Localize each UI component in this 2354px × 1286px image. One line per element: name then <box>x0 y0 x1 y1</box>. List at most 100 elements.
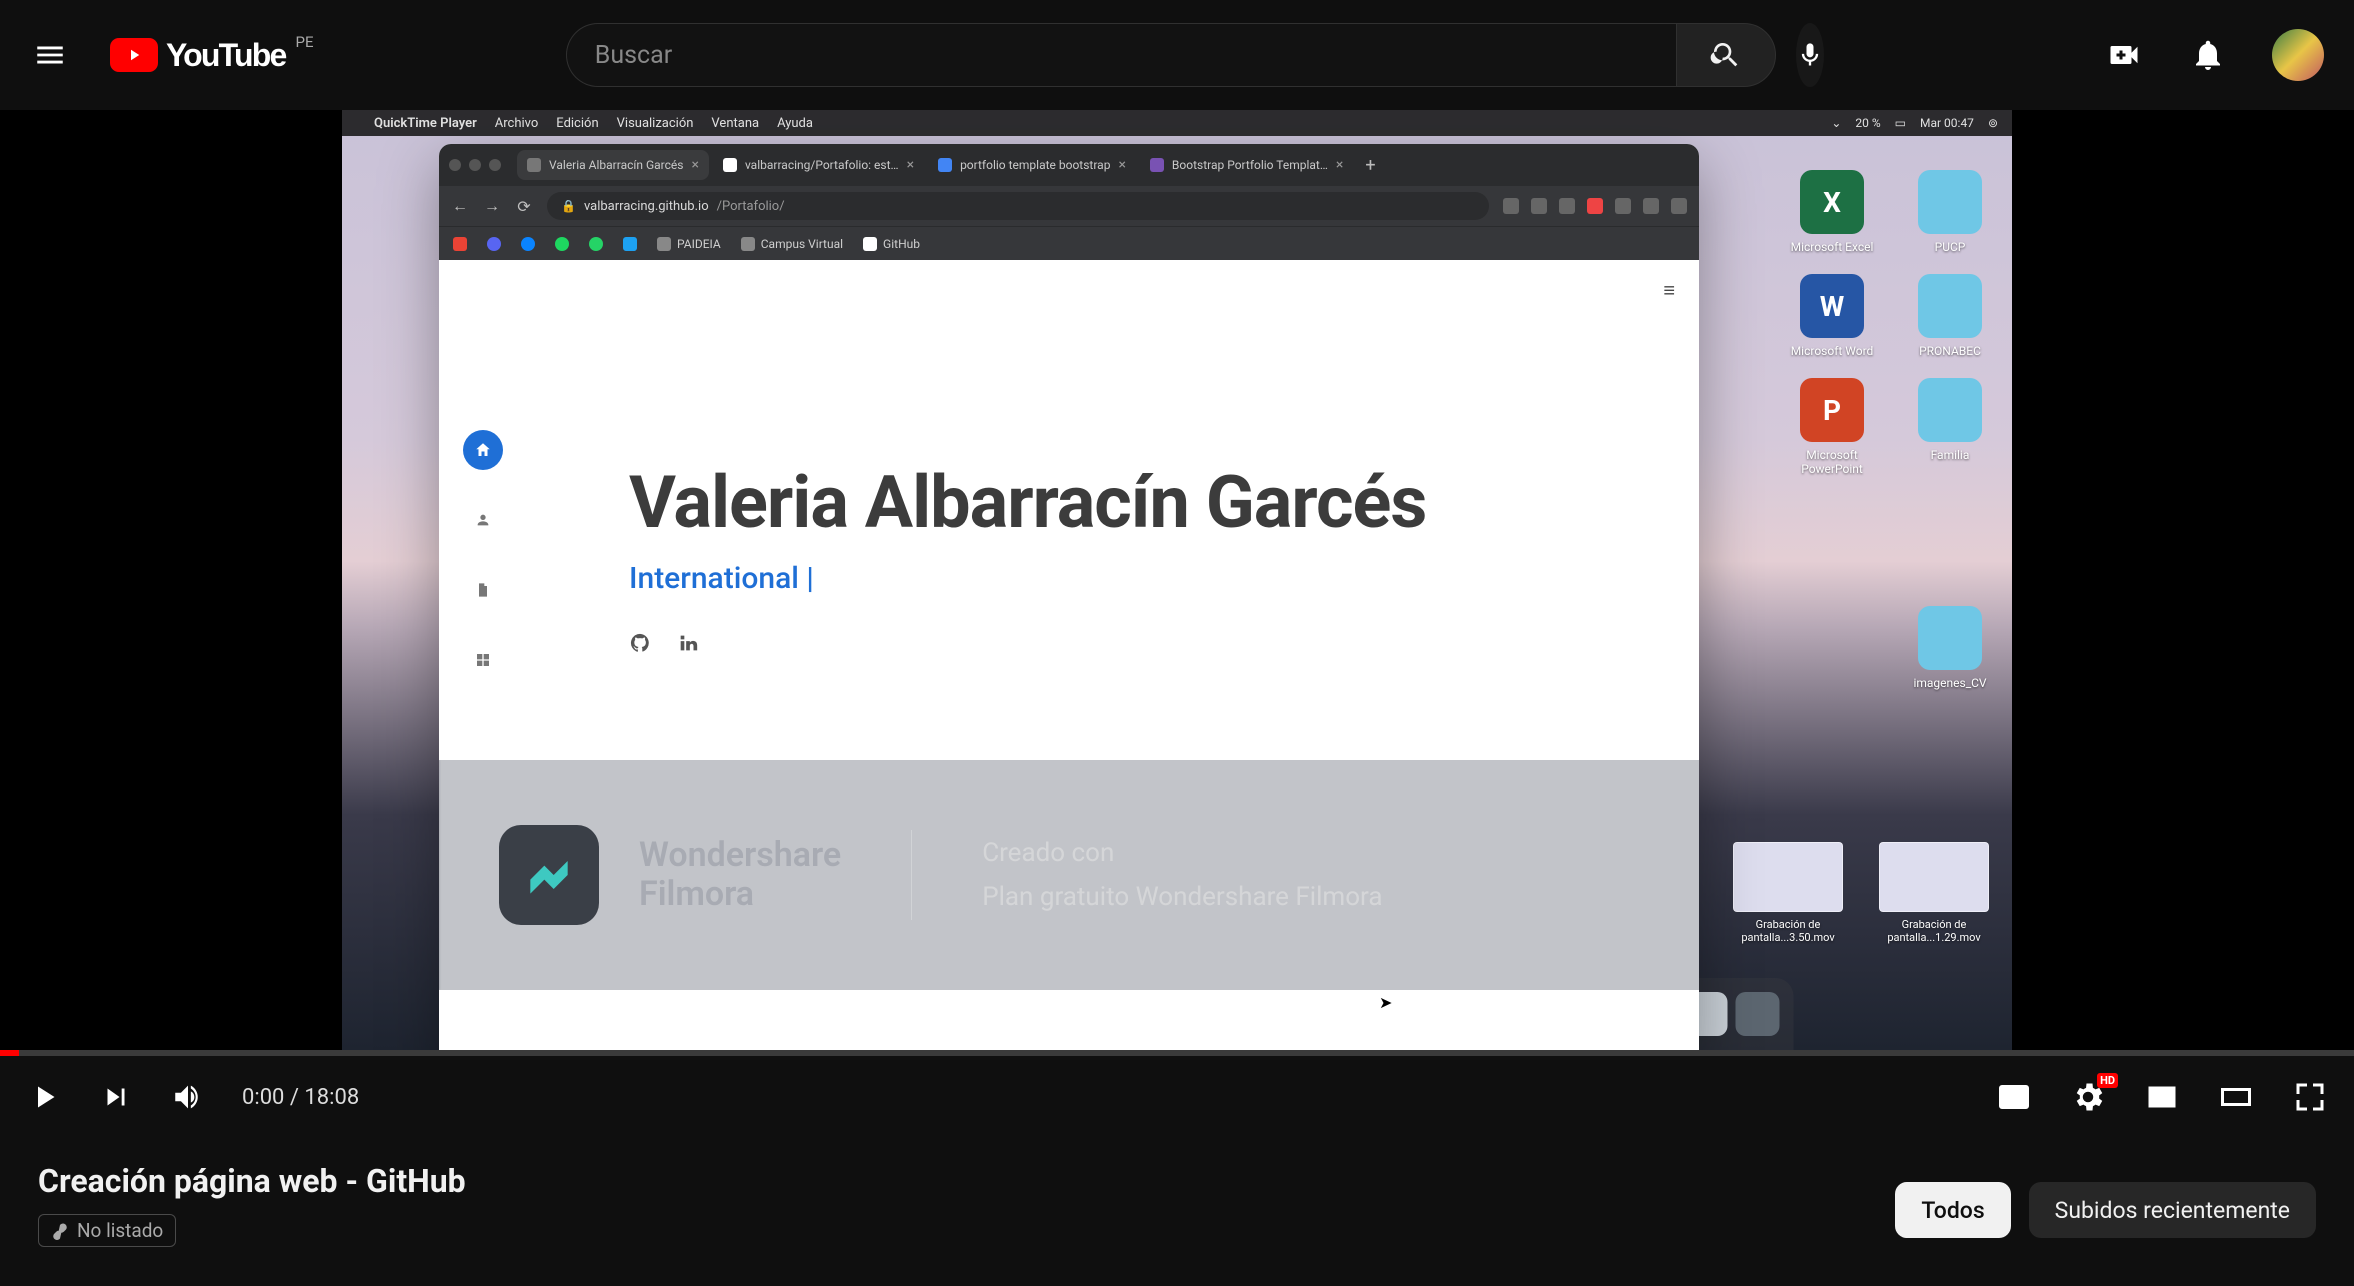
folder-icon <box>1918 378 1982 442</box>
browser-tab: Bootstrap Portfolio Templat…× <box>1140 150 1353 180</box>
fullscreen-button[interactable] <box>2292 1079 2328 1115</box>
forward-icon: → <box>483 196 501 216</box>
cursor-icon: ➤ <box>1379 993 1392 1012</box>
mac-menu-item: Edición <box>556 116 598 131</box>
miniplayer-button[interactable] <box>2144 1079 2180 1115</box>
hamburger-menu-button[interactable] <box>30 35 70 75</box>
powerpoint-icon: P <box>1800 378 1864 442</box>
filmora-right-text: Creado con Plan gratuito Wondershare Fil… <box>982 838 1382 912</box>
below-video: Creación página web - GitHub No listado … <box>0 1138 2354 1271</box>
mac-menu-item: Ayuda <box>777 116 813 131</box>
url-path: /Portafolio/ <box>717 199 785 214</box>
mac-app-name: QuickTime Player <box>374 116 477 131</box>
sidenav-grid-icon <box>463 640 503 680</box>
mac-menubar: QuickTime Player Archivo Edición Visuali… <box>342 110 2012 136</box>
volume-button[interactable] <box>170 1079 206 1115</box>
video-player[interactable]: QuickTime Player Archivo Edición Visuali… <box>0 110 2354 1050</box>
search-icon <box>1710 39 1742 71</box>
word-icon: W <box>1800 274 1864 338</box>
sidenav-user-icon <box>463 500 503 540</box>
browser-tab-strip: Valeria Albarracín Garcés× valbarracing/… <box>439 144 1699 186</box>
search-button[interactable] <box>1676 23 1776 87</box>
bookmark-paideia: PAIDEIA <box>657 237 721 251</box>
browser-tab: portfolio template bootstrap× <box>928 150 1136 180</box>
video-title: Creación página web - GitHub <box>38 1162 466 1200</box>
bookmarks-bar: PAIDEIA Campus Virtual GitHub <box>439 226 1699 260</box>
mac-menu-item: Archivo <box>495 116 539 131</box>
progress-bar[interactable] <box>0 1050 2354 1056</box>
desktop-icons: XMicrosoft Excel PUCP WMicrosoft Word PR… <box>1788 170 1994 690</box>
mac-menu-item: Visualización <box>617 116 694 131</box>
volume-icon <box>171 1080 205 1114</box>
youtube-logo-text: YouTube <box>166 37 286 74</box>
notifications-button[interactable] <box>2188 35 2228 75</box>
new-tab-button: + <box>1357 155 1383 176</box>
topbar: YouTube PE <box>0 0 2354 110</box>
theater-icon <box>2218 1077 2254 1117</box>
back-icon: ← <box>451 196 469 216</box>
settings-button[interactable] <box>2070 1079 2106 1115</box>
hero-socials <box>629 632 1426 654</box>
voice-search-button[interactable] <box>1796 23 1824 87</box>
filmora-watermark: Wondershare Filmora Creado con Plan grat… <box>439 760 1699 990</box>
privacy-badge: No listado <box>38 1214 176 1247</box>
fullscreen-icon <box>2292 1079 2328 1115</box>
excel-icon: X <box>1800 170 1864 234</box>
progress-played <box>0 1050 19 1056</box>
desktop-bottom-thumbs: Grabación depantalla...3.50.mov Grabació… <box>1728 842 1994 944</box>
bell-icon <box>2190 37 2226 73</box>
hamburger-icon <box>33 38 67 72</box>
browser-tab: valbarracing/Portafolio: est…× <box>713 150 924 180</box>
next-button[interactable] <box>98 1079 134 1115</box>
control-center-icon: ⊚ <box>1988 116 1998 130</box>
time-display: 0:00 / 18:08 <box>242 1085 359 1110</box>
filter-all[interactable]: Todos <box>1895 1182 2010 1238</box>
page-menu-icon: ≡ <box>1663 278 1675 303</box>
filter-recent[interactable]: Subidos recientemente <box>2029 1182 2316 1238</box>
subtitles-icon <box>1996 1079 2032 1115</box>
github-icon <box>629 632 651 654</box>
link-icon <box>51 1222 69 1240</box>
next-icon <box>99 1080 133 1114</box>
bookmark-github: GitHub <box>863 237 920 251</box>
create-icon <box>2106 37 2142 73</box>
url-host: valbarracing.github.io <box>584 199 709 214</box>
search-input[interactable] <box>566 23 1676 87</box>
play-icon <box>26 1076 62 1118</box>
youtube-logo[interactable]: YouTube PE <box>110 37 286 74</box>
gear-icon <box>2070 1079 2106 1115</box>
folder-icon <box>1918 274 1982 338</box>
sidenav-home-icon <box>463 430 503 470</box>
search-box <box>566 23 1776 87</box>
mac-datetime: Mar 00:47 <box>1920 116 1974 130</box>
create-button[interactable] <box>2104 35 2144 75</box>
country-code: PE <box>296 33 314 51</box>
theater-button[interactable] <box>2218 1079 2254 1115</box>
miniplayer-icon <box>2144 1079 2180 1115</box>
subtitles-button[interactable] <box>1996 1079 2032 1115</box>
folder-icon <box>1918 606 1982 670</box>
battery-icon: ▭ <box>1895 116 1906 130</box>
mac-menu-item: Ventana <box>711 116 759 131</box>
lock-icon: 🔒 <box>561 199 576 213</box>
video-content-frame: QuickTime Player Archivo Edición Visuali… <box>342 110 2012 1050</box>
page-sidenav <box>463 430 503 680</box>
play-button[interactable] <box>26 1079 62 1115</box>
topbar-right-tools <box>2104 29 2324 81</box>
account-avatar[interactable] <box>2272 29 2324 81</box>
hero-name: Valeria Albarracín Garcés <box>629 460 1426 545</box>
window-traffic-lights <box>449 159 501 171</box>
video-zone: QuickTime Player Archivo Edición Visuali… <box>0 110 2354 1286</box>
player-controls: 0:00 / 18:08 <box>0 1056 2354 1138</box>
url-bar: 🔒 valbarracing.github.io/Portafolio/ <box>547 192 1489 220</box>
sidenav-file-icon <box>463 570 503 610</box>
browser-extensions <box>1503 198 1687 214</box>
page-hero: Valeria Albarracín Garcés International … <box>629 460 1426 654</box>
filmora-brand: Wondershare Filmora <box>639 836 841 914</box>
folder-icon <box>1918 170 1982 234</box>
microphone-icon <box>1796 41 1824 69</box>
browser-toolbar: ← → ⟳ 🔒 valbarracing.github.io/Portafoli… <box>439 186 1699 226</box>
linkedin-icon <box>677 632 699 654</box>
wifi-icon: ⌄ <box>1831 116 1841 130</box>
filmora-logo-icon <box>499 825 599 925</box>
